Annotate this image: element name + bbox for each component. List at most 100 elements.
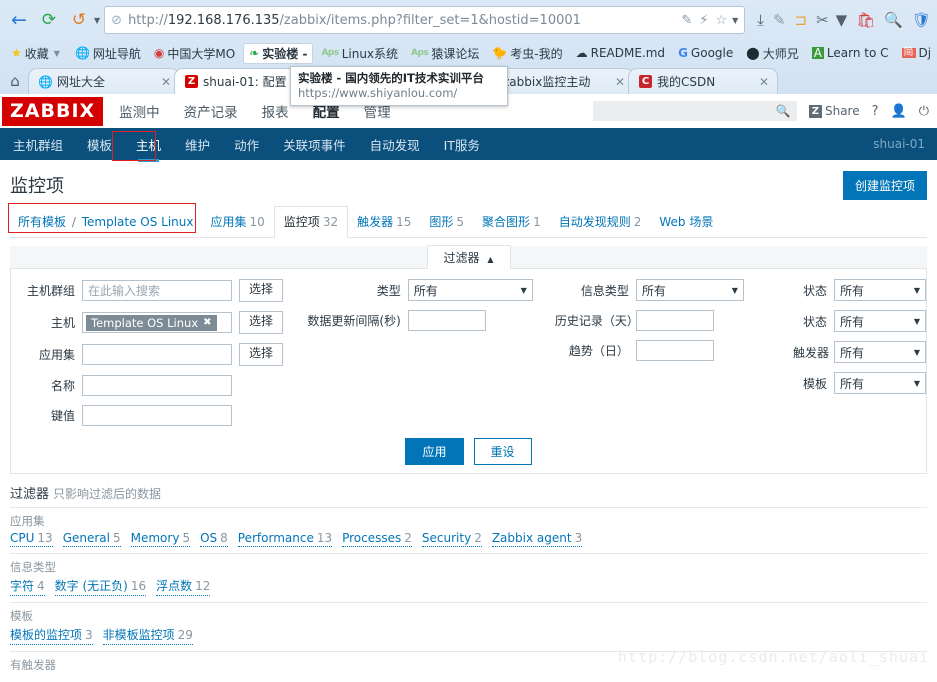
subfilter-tag[interactable]: 浮点数 12 [156, 577, 211, 596]
dropdown-caret-icon[interactable]: ▼ [836, 12, 848, 28]
subnav-discovery[interactable]: 自动发现 [369, 128, 421, 161]
subfilter-tag[interactable]: Processes 2 [342, 531, 412, 547]
subfilter-tag[interactable]: Performance 13 [237, 531, 333, 547]
subnav-templates[interactable]: 模板 [86, 128, 113, 161]
valuetype-select[interactable]: 所有 ▼ [635, 279, 744, 301]
close-icon[interactable]: ✖ [203, 317, 211, 328]
reset-button[interactable]: 重设 [473, 438, 532, 465]
state-select[interactable]: 所有 ▼ [834, 310, 926, 332]
undo-arrow-icon[interactable]: ↺ [66, 7, 92, 33]
interval-input[interactable] [407, 310, 486, 331]
search-input[interactable] [598, 103, 776, 119]
host-chip[interactable]: Template OS Linux ✖ [86, 314, 217, 331]
create-item-button[interactable]: 创建监控项 [842, 170, 927, 200]
host-input[interactable]: Template OS Linux ✖ [82, 312, 232, 333]
bookmark-dashixiong[interactable]: ⬤ 大师兄 [741, 43, 803, 64]
subnav-maintenance[interactable]: 维护 [184, 128, 211, 161]
subfilter-tag[interactable]: 模板的监控项 3 [10, 626, 93, 645]
search-magnify-icon[interactable]: 🔍 [884, 12, 903, 28]
scissors-icon[interactable]: ✂ [816, 12, 829, 28]
dropdown-caret-icon[interactable]: ▼ [732, 16, 738, 25]
subnav-it-services[interactable]: IT服务 [443, 128, 481, 161]
address-bar[interactable]: ⊘ http://192.168.176.135/zabbix/items.ph… [104, 6, 746, 34]
global-search[interactable]: 🔍 [592, 101, 797, 121]
back-arrow-icon[interactable]: ← [6, 7, 32, 33]
breadcrumb-root[interactable]: 所有模板 [18, 215, 66, 229]
triggers-select[interactable]: 所有 ▼ [834, 341, 926, 363]
close-icon[interactable]: ✕ [755, 75, 769, 89]
status-select[interactable]: 所有 ▼ [834, 279, 926, 301]
subfilter-tag[interactable]: OS 8 [200, 531, 228, 547]
lightning-icon[interactable]: ⚡ [699, 13, 708, 28]
subfilter-tag[interactable]: Memory 5 [130, 531, 191, 547]
subfilter-tag[interactable]: Zabbix agent 3 [491, 531, 583, 547]
tab-web-scenarios[interactable]: Web 场景 [650, 207, 722, 237]
pen-icon[interactable]: ✎ [681, 13, 692, 28]
history-input[interactable] [635, 310, 714, 331]
star-icon[interactable]: ☆ [715, 13, 727, 28]
bookmark-readme[interactable]: ☁ README.md [571, 44, 670, 62]
filter-toggle-tab[interactable]: 过滤器 ▲ [426, 245, 511, 269]
host-select-button[interactable]: 选择 [239, 311, 284, 334]
subnav-actions[interactable]: 动作 [233, 128, 260, 161]
nav-monitoring[interactable]: 监测中 [117, 95, 162, 127]
key-input[interactable] [82, 405, 232, 426]
subfilter-tag[interactable]: CPU 13 [10, 531, 53, 547]
hostgroup-input[interactable] [82, 280, 232, 301]
shopping-icon[interactable]: 🛍 [856, 12, 875, 28]
tab-graphs[interactable]: 图形 5 [420, 207, 473, 237]
power-icon[interactable]: ⏻ [919, 104, 929, 119]
subfilter-tag[interactable]: Security 2 [421, 531, 482, 547]
pen-icon[interactable]: ✎ [773, 12, 786, 28]
browser-tab-0[interactable]: 🌐 网址大全 ✕ [28, 68, 180, 94]
bookmark-shiyanlou[interactable]: ❧ 实验楼 - [243, 42, 314, 64]
trends-input[interactable] [635, 340, 714, 361]
bookmark-linux[interactable]: Aps Linux系统 [316, 43, 403, 64]
template-select[interactable]: 所有 ▼ [834, 372, 926, 394]
bookmark-yuanke[interactable]: Aps 猿课论坛 [406, 43, 484, 64]
appset-input[interactable] [82, 344, 232, 365]
tab-screens[interactable]: 聚合图形 1 [473, 207, 550, 237]
shield-browser-icon[interactable]: 🛡 [912, 12, 931, 28]
undo-dropdown-caret-icon[interactable]: ▼ [94, 16, 100, 25]
reload-icon[interactable]: ⟳ [36, 7, 62, 33]
bookmark-site-nav[interactable]: 🌐 网址导航 [70, 43, 146, 64]
bookmark-google[interactable]: G Google [673, 44, 738, 62]
browser-tab-4[interactable]: C 我的CSDN ✕ [628, 68, 778, 94]
bookmark-learn-to-c[interactable]: A Learn to C [807, 44, 894, 62]
subnav-event-correlation[interactable]: 关联项事件 [282, 128, 347, 161]
breadcrumb-current[interactable]: Template OS Linux [82, 215, 194, 229]
download-icon[interactable]: ⤓ [757, 12, 764, 28]
bookmark-kaochong[interactable]: 🐤 考虫-我的 [487, 43, 567, 64]
nav-reports[interactable]: 报表 [260, 95, 291, 127]
zabbix-logo[interactable]: ZABBIX [2, 96, 104, 126]
hostgroup-select-button[interactable]: 选择 [239, 279, 284, 302]
nav-inventory[interactable]: 资产记录 [182, 95, 240, 127]
tab-triggers[interactable]: 触发器 15 [348, 207, 420, 237]
subfilter-tag[interactable]: 字符 4 [10, 577, 45, 596]
home-icon[interactable]: ⌂ [2, 68, 28, 94]
close-icon[interactable]: ✕ [611, 75, 625, 89]
subfilter-tag[interactable]: 非模板监控项 29 [102, 626, 193, 645]
tab-applications[interactable]: 应用集 10 [202, 207, 274, 237]
tab-discovery-rules[interactable]: 自动发现规则 2 [550, 207, 651, 237]
popout-icon[interactable]: ⊐ [795, 12, 808, 28]
appset-select-button[interactable]: 选择 [239, 343, 284, 366]
subfilter-tag[interactable]: 数字 (无正负) 16 [54, 577, 147, 596]
subfilter-tag[interactable]: General 5 [62, 531, 121, 547]
apply-button[interactable]: 应用 [405, 438, 464, 465]
tab-items[interactable]: 监控项 32 [273, 206, 349, 238]
name-input[interactable] [82, 375, 232, 396]
question-mark-icon[interactable]: ? [872, 104, 879, 119]
dropdown-caret-icon[interactable]: ▼ [52, 49, 62, 58]
subnav-host-groups[interactable]: 主机群组 [12, 128, 64, 161]
subnav-hosts[interactable]: 主机 [135, 128, 162, 162]
bookmark-mooc[interactable]: ◉ 中国大学MO [149, 43, 240, 64]
user-icon[interactable]: 👤 [891, 104, 907, 119]
close-icon[interactable]: ✕ [157, 75, 171, 89]
bookmark-favorites[interactable]: ★ 收藏 ▼ [6, 43, 67, 64]
bookmark-dj[interactable]: 简 Dj [897, 44, 937, 62]
type-select[interactable]: 所有 ▼ [407, 279, 533, 301]
search-icon[interactable]: 🔍 [776, 104, 791, 118]
share-button[interactable]: Z Share [808, 104, 860, 118]
